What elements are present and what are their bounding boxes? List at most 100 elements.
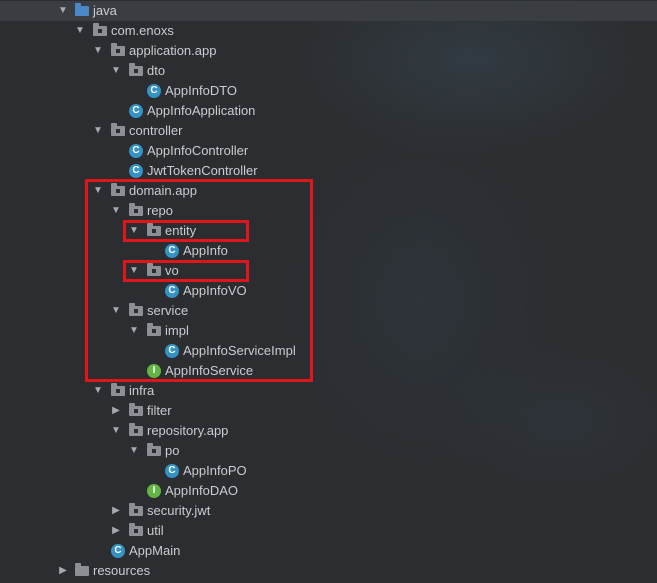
expand-arrow-icon[interactable]: ▼: [110, 201, 122, 221]
tree-node-security-jwt[interactable]: ▶ security.jwt: [0, 501, 657, 521]
expand-arrow-icon[interactable]: ▼: [57, 1, 69, 21]
tree-node-java[interactable]: ▼ java: [0, 1, 657, 21]
tree-node-entity[interactable]: ▼ entity: [0, 221, 657, 241]
tree-node-label: AppInfo: [183, 243, 228, 258]
class-icon: C: [165, 284, 179, 298]
tree-node-impl[interactable]: ▼ impl: [0, 321, 657, 341]
tree-node-appinfo-vo[interactable]: C AppInfoVO: [0, 281, 657, 301]
tree-node-label: AppInfoDAO: [165, 483, 238, 498]
tree-node-label: dto: [147, 63, 166, 78]
tree-node-label: resources: [93, 563, 151, 578]
expand-arrow-icon[interactable]: ▼: [128, 321, 140, 341]
tree-node-appinfo-application[interactable]: C AppInfoApplication: [0, 101, 657, 121]
expand-arrow-icon[interactable]: ▼: [92, 121, 104, 141]
tree-node-repo[interactable]: ▼ repo: [0, 201, 657, 221]
tree-node-label: security.jwt: [147, 503, 211, 518]
class-icon: C: [165, 464, 179, 478]
tree-node-appinfo-dao[interactable]: I AppInfoDAO: [0, 481, 657, 501]
expand-arrow-icon[interactable]: ▼: [128, 441, 140, 461]
interface-icon: I: [147, 484, 161, 498]
tree-node-com-enoxs[interactable]: ▼ com.enoxs: [0, 21, 657, 41]
tree-node-label: controller: [129, 123, 183, 138]
tree-node-label: AppInfoPO: [183, 463, 247, 478]
tree-node-resources[interactable]: ▶ resources: [0, 561, 657, 581]
package-icon: [111, 183, 125, 196]
package-icon: [129, 203, 143, 216]
package-icon: [147, 323, 161, 336]
package-icon: [129, 303, 143, 316]
tree-node-appmain[interactable]: C AppMain: [0, 541, 657, 561]
package-icon: [147, 223, 161, 236]
tree-node-appinfo-service[interactable]: I AppInfoService: [0, 361, 657, 381]
collapse-arrow-icon[interactable]: ▶: [110, 521, 122, 541]
class-icon: C: [129, 164, 143, 178]
tree-node-util[interactable]: ▶ util: [0, 521, 657, 541]
project-tree[interactable]: ▼ java ▼ com.enoxs ▼ application.app ▼ d…: [0, 0, 657, 583]
tree-node-label: vo: [165, 263, 179, 278]
tree-node-label: AppInfoDTO: [165, 83, 238, 98]
package-icon: [111, 43, 125, 56]
tree-node-repository-app[interactable]: ▼ repository.app: [0, 421, 657, 441]
tree-node-infra[interactable]: ▼ infra: [0, 381, 657, 401]
package-icon: [129, 403, 143, 416]
tree-node-vo[interactable]: ▼ vo: [0, 261, 657, 281]
expand-arrow-icon[interactable]: ▼: [128, 261, 140, 281]
tree-node-label: com.enoxs: [111, 23, 174, 38]
collapse-arrow-icon[interactable]: ▶: [110, 401, 122, 421]
expand-arrow-icon[interactable]: ▼: [128, 221, 140, 241]
tree-node-label: repo: [147, 203, 174, 218]
tree-node-domain-app[interactable]: ▼ domain.app: [0, 181, 657, 201]
tree-node-label: AppInfoApplication: [147, 103, 256, 118]
tree-node-controller[interactable]: ▼ controller: [0, 121, 657, 141]
package-icon: [129, 63, 143, 76]
tree-node-application-app[interactable]: ▼ application.app: [0, 41, 657, 61]
expand-arrow-icon[interactable]: ▼: [110, 421, 122, 441]
source-folder-icon: [75, 3, 89, 16]
tree-node-appinfo-po[interactable]: C AppInfoPO: [0, 461, 657, 481]
tree-node-label: po: [165, 443, 180, 458]
tree-node-label: domain.app: [129, 183, 197, 198]
expand-arrow-icon[interactable]: ▼: [74, 21, 86, 41]
tree-node-appinfo[interactable]: C AppInfo: [0, 241, 657, 261]
main-class-icon: C: [111, 544, 125, 558]
collapse-arrow-icon[interactable]: ▶: [57, 561, 69, 581]
collapse-arrow-icon[interactable]: ▶: [110, 501, 122, 521]
tree-node-label: JwtTokenController: [147, 163, 258, 178]
package-icon: [111, 123, 125, 136]
tree-node-service[interactable]: ▼ service: [0, 301, 657, 321]
package-icon: [129, 423, 143, 436]
package-icon: [111, 383, 125, 396]
tree-node-label: repository.app: [147, 423, 229, 438]
expand-arrow-icon[interactable]: ▼: [110, 301, 122, 321]
package-icon: [129, 523, 143, 536]
tree-node-label: java: [93, 3, 117, 18]
expand-arrow-icon[interactable]: ▼: [110, 61, 122, 81]
class-icon: C: [147, 84, 161, 98]
class-icon: C: [129, 144, 143, 158]
tree-node-po[interactable]: ▼ po: [0, 441, 657, 461]
package-icon: [147, 263, 161, 276]
expand-arrow-icon[interactable]: ▼: [92, 41, 104, 61]
tree-node-filter[interactable]: ▶ filter: [0, 401, 657, 421]
tree-node-appinfo-controller[interactable]: C AppInfoController: [0, 141, 657, 161]
package-icon: [129, 503, 143, 516]
tree-node-appinfo-service-impl[interactable]: C AppInfoServiceImpl: [0, 341, 657, 361]
tree-node-jwt-token-controller[interactable]: C JwtTokenController: [0, 161, 657, 181]
class-icon: C: [165, 244, 179, 258]
package-icon: [147, 443, 161, 456]
tree-node-label: filter: [147, 403, 172, 418]
tree-node-label: AppInfoService: [165, 363, 254, 378]
expand-arrow-icon[interactable]: ▼: [92, 381, 104, 401]
tree-node-dto[interactable]: ▼ dto: [0, 61, 657, 81]
expand-arrow-icon[interactable]: ▼: [92, 181, 104, 201]
tree-node-appinfo-dto[interactable]: C AppInfoDTO: [0, 81, 657, 101]
resources-folder-icon: [75, 563, 89, 576]
class-icon: C: [129, 104, 143, 118]
tree-node-label: util: [147, 523, 164, 538]
package-icon: [93, 23, 107, 36]
tree-node-label: application.app: [129, 43, 217, 58]
tree-node-label: infra: [129, 383, 155, 398]
interface-icon: I: [147, 364, 161, 378]
tree-node-label: impl: [165, 323, 189, 338]
tree-node-label: service: [147, 303, 189, 318]
